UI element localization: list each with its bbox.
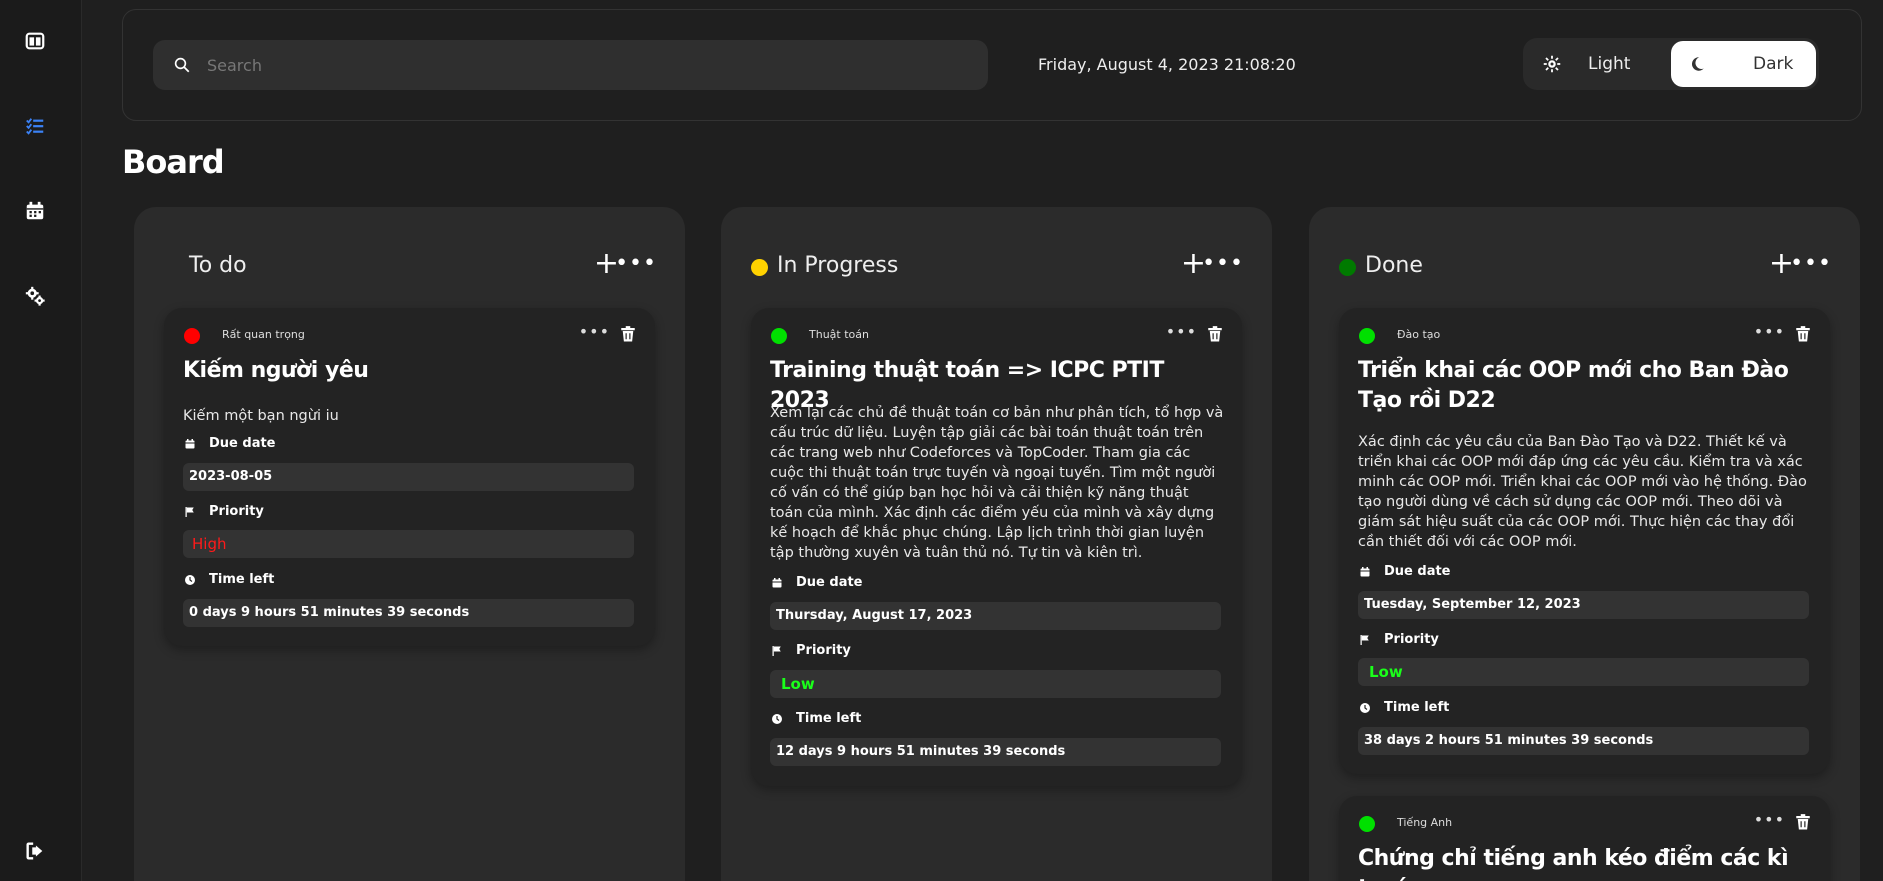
sun-icon [1540,52,1564,76]
trash-icon[interactable] [1206,324,1224,344]
card-category: Đào tạo [1397,328,1441,341]
card-category: Tiếng Anh [1397,816,1453,829]
time-left-label: Time left [1358,700,1449,715]
column-header: In Progress + ••• [721,247,1272,287]
time-left-label: Time left [183,572,274,587]
task-card[interactable]: Rất quan trọng ••• Kiếm người yêu Kiếm m… [164,308,655,646]
search-bar [153,40,988,90]
card-title: Triển khai các OOP mới cho Ban Đào Tạo r… [1358,358,1789,413]
priority-dot [1359,816,1375,832]
card-title: Chứng chỉ tiếng anh kéo điểm các kì trướ… [1358,846,1789,881]
theme-light-option[interactable]: Light [1526,41,1669,87]
card-more-icon[interactable]: ••• [1754,810,1785,829]
card-category: Rất quan trọng [222,328,305,341]
search-icon [171,54,193,76]
column-done: Done + ••• Đào tạo ••• Triển khai các OO… [1309,207,1860,881]
task-card[interactable]: Thuật toán ••• Training thuật toán => IC… [751,308,1242,786]
column-header: To do + ••• [134,247,685,287]
trash-icon[interactable] [1794,324,1812,344]
time-left-value: 38 days 2 hours 51 minutes 39 seconds [1358,727,1809,755]
column-header: Done + ••• [1309,247,1860,287]
time-left-value: 0 days 9 hours 51 minutes 39 seconds [183,599,634,627]
time-left-label: Time left [770,711,861,726]
due-date-value: Thursday, August 17, 2023 [770,602,1221,630]
flag-icon [1358,633,1372,647]
card-more-icon[interactable]: ••• [1166,322,1197,341]
column-more-icon[interactable]: ••• [615,249,657,279]
clock-icon [770,712,784,726]
calendar-icon [1358,565,1372,579]
due-date-value: 2023-08-05 [183,463,634,491]
column-title: To do [189,253,247,278]
priority-value: High [183,530,634,558]
page-title: Board [122,143,225,181]
sidebar [0,0,82,881]
calendar-icon[interactable] [22,198,48,224]
column-more-icon[interactable]: ••• [1790,249,1832,279]
due-date-value: Tuesday, September 12, 2023 [1358,591,1809,619]
priority-value: Low [770,670,1221,698]
task-card[interactable]: Đào tạo ••• Triển khai các OOP mới cho B… [1339,308,1830,774]
priority-label: Priority [183,504,264,519]
trash-icon[interactable] [1794,812,1812,832]
time-left-value: 12 days 9 hours 51 minutes 39 seconds [770,738,1221,766]
priority-dot [184,328,200,344]
priority-dot [1359,328,1375,344]
task-list-icon[interactable] [22,113,48,139]
clock-icon [183,573,197,587]
theme-dark-option[interactable]: Dark [1671,41,1816,87]
header-bar: Friday, August 4, 2023 21:08:20 Light Da… [122,9,1862,121]
priority-label: Priority [1358,632,1439,647]
card-title: Kiếm người yêu [183,358,369,383]
flag-icon [770,644,784,658]
search-input[interactable] [207,55,988,75]
priority-label: Priority [770,643,851,658]
card-more-icon[interactable]: ••• [1754,322,1785,341]
calendar-icon [183,437,197,451]
column-in-progress: In Progress + ••• Thuật toán ••• Trainin… [721,207,1272,881]
column-title: In Progress [777,253,899,278]
priority-dot [771,328,787,344]
theme-toggle: Light Dark [1523,38,1819,90]
calendar-icon [770,576,784,590]
layout-icon[interactable] [22,28,48,54]
column-status-dot [751,259,768,276]
due-date-label: Due date [770,575,863,590]
task-card[interactable]: Tiếng Anh ••• Chứng chỉ tiếng anh kéo đi… [1339,796,1830,881]
settings-gears-icon[interactable] [22,283,48,309]
column-title: Done [1365,253,1423,278]
clock-icon [1358,701,1372,715]
theme-dark-label: Dark [1753,54,1794,74]
column-todo: To do + ••• Rất quan trọng ••• Kiếm ngườ… [134,207,685,881]
logout-icon[interactable] [22,838,48,864]
card-description: Xem lại các chủ đề thuật toán cơ bản như… [770,405,1224,561]
column-more-icon[interactable]: ••• [1202,249,1244,279]
card-more-icon[interactable]: ••• [579,322,610,341]
card-description: Xác định các yêu cầu của Ban Đào Tạo và … [1358,434,1807,550]
trash-icon[interactable] [619,324,637,344]
moon-icon [1685,52,1709,76]
card-description: Kiếm một bạn ngừi iu [183,408,339,424]
theme-light-label: Light [1588,54,1631,74]
card-category: Thuật toán [809,328,869,341]
flag-icon [183,505,197,519]
column-status-dot [1339,259,1356,276]
due-date-label: Due date [183,436,276,451]
priority-value: Low [1358,658,1809,686]
current-datetime: Friday, August 4, 2023 21:08:20 [1038,55,1296,74]
due-date-label: Due date [1358,564,1451,579]
